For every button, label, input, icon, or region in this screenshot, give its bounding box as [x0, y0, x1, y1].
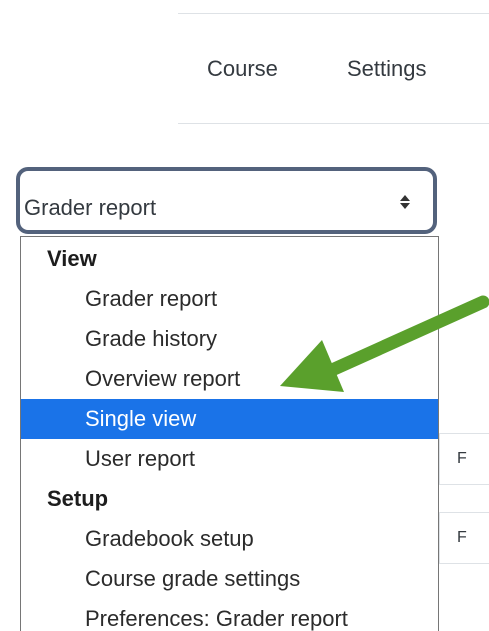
report-dropdown-list: View Grader report Grade history Overvie…	[20, 236, 439, 631]
option-user-report[interactable]: User report	[21, 439, 438, 479]
tab-course[interactable]: Course	[207, 55, 278, 83]
page: Course Settings F F Grader report View G…	[0, 0, 489, 631]
report-select-value: Grader report	[24, 195, 157, 220]
optgroup-view: View	[47, 246, 97, 271]
option-course-grade-settings[interactable]: Course grade settings	[21, 559, 438, 599]
table-cell: F	[439, 512, 489, 564]
option-grader-report[interactable]: Grader report	[21, 279, 438, 319]
tab-settings[interactable]: Settings	[347, 55, 427, 83]
optgroup-setup: Setup	[47, 486, 109, 511]
option-gradebook-setup[interactable]: Gradebook setup	[21, 519, 438, 559]
nav-divider-bottom	[178, 123, 489, 124]
option-overview-report[interactable]: Overview report	[21, 359, 438, 399]
table-cell: F	[439, 433, 489, 485]
option-single-view[interactable]: Single view	[21, 399, 438, 439]
sort-arrows-icon	[400, 195, 410, 209]
nav-divider-top	[178, 13, 489, 14]
option-preferences-grader-report[interactable]: Preferences: Grader report	[21, 599, 438, 631]
option-grade-history[interactable]: Grade history	[21, 319, 438, 359]
